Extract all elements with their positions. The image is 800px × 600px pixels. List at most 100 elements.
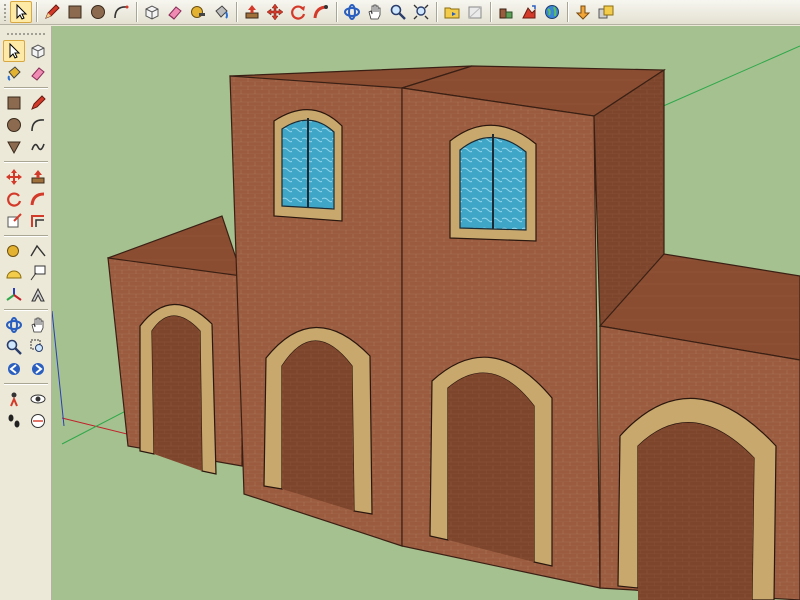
offset-tool-button[interactable] (27, 210, 49, 232)
paint-bucket-icon (7, 66, 21, 81)
next-view-button[interactable] (464, 1, 486, 23)
select-tool-button[interactable] (2, 40, 25, 62)
move-icon (5, 169, 22, 185)
pan-tool-button[interactable] (27, 314, 49, 336)
modeling-viewport[interactable] (52, 26, 800, 600)
scale-tool-button[interactable] (3, 210, 25, 232)
scene-canvas (52, 45, 800, 600)
toolbar-separator (3, 87, 48, 89)
select-tool-button[interactable] (10, 1, 32, 23)
3d-text-tool-button[interactable] (27, 284, 49, 306)
make-component-button[interactable] (27, 40, 49, 62)
main-toolbar (0, 0, 800, 25)
zoom-window-icon (30, 339, 43, 352)
pencil-icon (45, 4, 60, 19)
tool-row (3, 314, 49, 336)
zoom-window-button[interactable] (27, 336, 49, 358)
add-location-icon (499, 8, 513, 19)
toolbar-separator (567, 2, 569, 22)
text-tool-button[interactable] (27, 262, 49, 284)
zoom-tool-button[interactable] (387, 1, 409, 23)
rotate-icon (6, 192, 21, 207)
toolbar-separator (336, 2, 338, 22)
share-component-button[interactable] (595, 1, 617, 23)
tape-measure-icon (6, 245, 19, 257)
section-plane-icon (30, 414, 45, 428)
circle-tool-button[interactable] (87, 1, 109, 23)
tape-measure-button[interactable] (3, 240, 25, 262)
arc-tool-button[interactable] (27, 114, 49, 136)
toolbar-separator (436, 2, 438, 22)
blue-axis (52, 310, 65, 427)
rotate-tool-button[interactable] (287, 1, 309, 23)
arch-opening-2 (282, 341, 354, 511)
previous-view-button[interactable] (441, 1, 463, 23)
rectangle-tool-button[interactable] (3, 92, 25, 114)
follow-me-icon (313, 5, 328, 19)
globe-icon (545, 5, 559, 19)
tool-row (3, 410, 49, 432)
move-tool-button[interactable] (3, 166, 25, 188)
3d-text-icon (30, 287, 45, 302)
protractor-tool-button[interactable] (3, 262, 25, 284)
position-camera-button[interactable] (3, 388, 25, 410)
tape-measure-icon (191, 6, 205, 18)
follow-me-button[interactable] (27, 188, 49, 210)
tool-row (3, 284, 49, 306)
previous-view-button[interactable] (3, 358, 25, 380)
toggle-terrain-button[interactable] (518, 1, 540, 23)
polygon-tool-button[interactable] (3, 136, 25, 158)
eraser-tool-button[interactable] (27, 62, 49, 84)
paint-bucket-button[interactable] (210, 1, 232, 23)
zoom-extents-button[interactable] (27, 358, 49, 380)
toolbar-grip[interactable] (3, 3, 7, 21)
pencil-tool-button[interactable] (41, 1, 63, 23)
toolbar-separator (236, 2, 238, 22)
offset-icon (30, 215, 44, 227)
rotate-tool-button[interactable] (3, 188, 25, 210)
arc-tool-button[interactable] (110, 1, 132, 23)
toolbar-separator (490, 2, 492, 22)
eraser-tool-button[interactable] (164, 1, 186, 23)
zoom-tool-button[interactable] (3, 336, 25, 358)
pan-tool-button[interactable] (364, 1, 386, 23)
move-icon (266, 3, 284, 21)
follow-me-icon (30, 192, 44, 206)
zoom-extents-button[interactable] (410, 1, 432, 23)
toolbar-separator (3, 161, 48, 163)
dimension-icon (29, 244, 46, 257)
line-tool-button[interactable] (27, 92, 49, 114)
push-pull-button[interactable] (241, 1, 263, 23)
tape-measure-button[interactable] (187, 1, 209, 23)
toolbar-separator (3, 235, 48, 237)
toolbar-separator (36, 2, 38, 22)
tool-row (3, 240, 49, 262)
axes-tool-button[interactable] (3, 284, 25, 306)
orbit-icon (344, 4, 360, 20)
orbit-tool-button[interactable] (341, 1, 363, 23)
section-plane-button[interactable] (27, 410, 49, 432)
rectangle-tool-button[interactable] (64, 1, 86, 23)
arc-icon (30, 119, 44, 132)
get-models-button[interactable] (541, 1, 563, 23)
follow-me-button[interactable] (310, 1, 332, 23)
freehand-tool-button[interactable] (27, 136, 49, 158)
share-model-button[interactable] (572, 1, 594, 23)
tool-row (3, 358, 49, 380)
right-wing[interactable] (598, 253, 800, 600)
paint-bucket-button[interactable] (3, 62, 25, 84)
tool-row (3, 62, 49, 84)
axes-icon (5, 288, 22, 301)
toolbar-separator (3, 383, 48, 385)
move-tool-button[interactable] (264, 1, 286, 23)
left-wing[interactable] (107, 215, 243, 475)
add-location-button[interactable] (495, 1, 517, 23)
dimension-tool-button[interactable] (27, 240, 49, 262)
push-pull-button[interactable] (27, 166, 49, 188)
orbit-tool-button[interactable] (3, 314, 25, 336)
circle-tool-button[interactable] (3, 114, 25, 136)
walk-tool-button[interactable] (3, 410, 25, 432)
look-around-button[interactable] (27, 388, 49, 410)
make-component-button[interactable] (141, 1, 163, 23)
toolbar-grip[interactable] (5, 32, 46, 36)
